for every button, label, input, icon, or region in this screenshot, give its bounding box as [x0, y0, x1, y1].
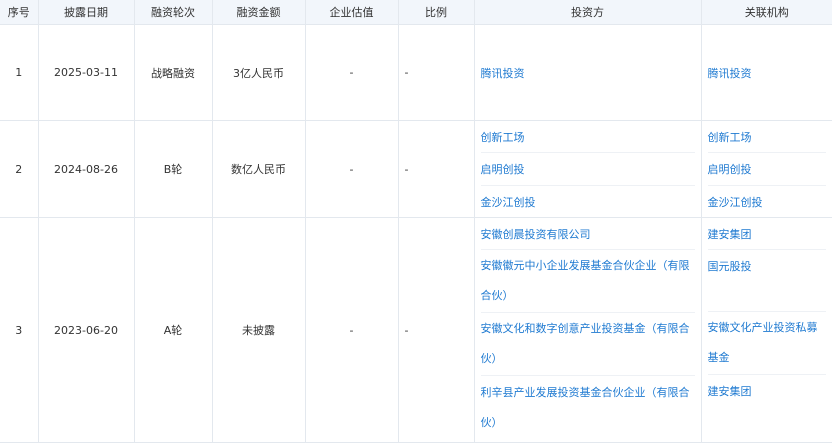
header-date: 披露日期: [38, 0, 135, 25]
investor-link[interactable]: 创新工场: [481, 129, 525, 145]
row-round: B轮: [134, 120, 213, 218]
investor-link[interactable]: 安徽徽元中小企业发展基金合伙企业（有限合伙）: [481, 251, 695, 311]
row-date: 2025-03-11: [38, 24, 135, 121]
row-ratio: -: [398, 24, 475, 121]
header-no: 序号: [0, 0, 39, 25]
row-round: 战略融资: [134, 24, 213, 121]
row-related: 建安集团 国元股投 安徽文化产业投资私募基金 建安集团: [701, 217, 832, 443]
row-date: 2024-08-26: [38, 120, 135, 218]
row-no: 1: [0, 24, 39, 121]
table-row: 3 2023-06-20 A轮 未披露 - - 安徽创晨投资有限公司 安徽徽元中…: [0, 217, 832, 443]
row-amount: 未披露: [212, 217, 306, 443]
row-no: 2: [0, 120, 39, 218]
table-row: 1 2025-03-11 战略融资 3亿人民币 - - 腾讯投资 腾讯投资: [0, 24, 832, 121]
header-ratio: 比例: [398, 0, 475, 25]
row-valuation: -: [305, 120, 399, 218]
row-ratio: -: [398, 120, 475, 218]
header-related: 关联机构: [701, 0, 832, 25]
related-link[interactable]: 安徽文化产业投资私募基金: [708, 313, 827, 373]
table-header-row: 序号 披露日期 融资轮次 融资金额 企业估值 比例 投资方 关联机构: [0, 0, 832, 25]
investor-link[interactable]: 利辛县产业发展投资基金合伙企业（有限合伙）: [481, 378, 695, 438]
row-investors: 创新工场 启明创投 金沙江创投: [474, 120, 702, 218]
row-related: 腾讯投资: [701, 24, 832, 121]
row-amount: 3亿人民币: [212, 24, 306, 121]
header-investors: 投资方: [474, 0, 702, 25]
row-valuation: -: [305, 24, 399, 121]
row-date: 2023-06-20: [38, 217, 135, 443]
related-link[interactable]: 腾讯投资: [708, 65, 752, 81]
related-link[interactable]: 金沙江创投: [708, 194, 763, 210]
row-amount: 数亿人民币: [212, 120, 306, 218]
header-round: 融资轮次: [134, 0, 213, 25]
row-ratio: -: [398, 217, 475, 443]
investor-link[interactable]: 安徽创晨投资有限公司: [481, 226, 591, 242]
investor-link[interactable]: 腾讯投资: [481, 65, 525, 81]
row-valuation: -: [305, 217, 399, 443]
row-no: 3: [0, 217, 39, 443]
row-related: 创新工场 启明创投 金沙江创投: [701, 120, 832, 218]
investor-link[interactable]: 安徽文化和数字创意产业投资基金（有限合伙）: [481, 314, 695, 374]
investor-link[interactable]: 启明创投: [481, 161, 525, 177]
header-amount: 融资金额: [212, 0, 306, 25]
related-link[interactable]: 创新工场: [708, 129, 752, 145]
related-link[interactable]: 建安集团: [708, 383, 752, 399]
row-investors: 腾讯投资: [474, 24, 702, 121]
header-valuation: 企业估值: [305, 0, 399, 25]
related-link[interactable]: 国元股投: [708, 258, 752, 274]
row-round: A轮: [134, 217, 213, 443]
financing-table: 序号 披露日期 融资轮次 融资金额 企业估值 比例 投资方 关联机构 1 202…: [0, 0, 832, 443]
table-row: 2 2024-08-26 B轮 数亿人民币 - - 创新工场 启明创投 金沙江创…: [0, 120, 832, 218]
related-link[interactable]: 建安集团: [708, 226, 752, 242]
investor-link[interactable]: 金沙江创投: [481, 194, 536, 210]
related-link[interactable]: 启明创投: [708, 161, 752, 177]
row-investors: 安徽创晨投资有限公司 安徽徽元中小企业发展基金合伙企业（有限合伙） 安徽文化和数…: [474, 217, 702, 443]
